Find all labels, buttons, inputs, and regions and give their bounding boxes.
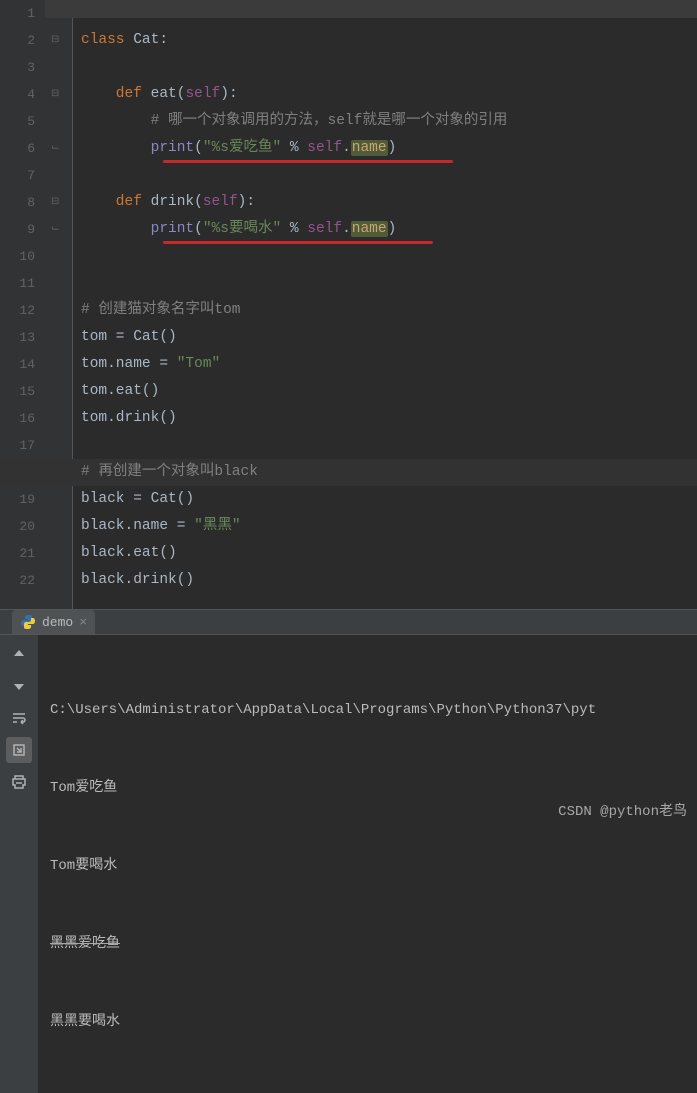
code-line	[81, 54, 697, 81]
fold-marker-icon[interactable]: ⊟	[51, 81, 59, 108]
line-number: 10	[0, 243, 35, 270]
line-number: 19	[0, 486, 35, 513]
code-line	[81, 432, 697, 459]
code-line: black.drink()	[81, 567, 697, 594]
console-line: Tom要喝水	[50, 853, 693, 879]
line-number: 17	[0, 432, 35, 459]
scroll-up-button[interactable]	[6, 641, 32, 667]
fold-marker-icon[interactable]: ⊟	[51, 189, 59, 216]
code-line	[81, 0, 697, 27]
close-icon[interactable]: ×	[79, 615, 87, 630]
line-number-gutter: 1 2 3 4 5 6 7 8 9 10 11 12 13 14 15 16 1…	[0, 0, 45, 609]
fold-end-icon[interactable]: ⌙	[51, 216, 59, 243]
console-line: 黑黑要喝水	[50, 1009, 693, 1035]
line-number: 2	[0, 27, 35, 54]
code-line: tom.eat()	[81, 378, 697, 405]
code-line: print("%s要喝水" % self.name)	[81, 216, 697, 243]
code-line: black.eat()	[81, 540, 697, 567]
code-line: black.name = "黑黑"	[81, 513, 697, 540]
console-line: Tom爱吃鱼	[50, 775, 693, 801]
line-number: 4	[0, 81, 35, 108]
code-area[interactable]: class Cat: def eat(self): # 哪一个对象调用的方法，s…	[73, 0, 697, 609]
line-number: 7	[0, 162, 35, 189]
code-line: # 创建猫对象名字叫tom	[81, 297, 697, 324]
code-line: class Cat:	[81, 27, 697, 54]
line-number: 5	[0, 108, 35, 135]
line-number: 6	[0, 135, 35, 162]
code-line	[81, 243, 697, 270]
code-line	[81, 270, 697, 297]
scroll-to-end-button[interactable]	[6, 737, 32, 763]
annotation-underline	[163, 241, 433, 244]
code-line: def drink(self):	[81, 189, 697, 216]
scroll-down-button[interactable]	[6, 673, 32, 699]
code-line: tom.name = "Tom"	[81, 351, 697, 378]
line-number: 12	[0, 297, 35, 324]
fold-end-icon[interactable]: ⌙	[51, 135, 59, 162]
attr-highlight: name	[351, 221, 388, 237]
fold-marker-icon[interactable]: ⊟	[51, 27, 59, 54]
code-line	[81, 162, 697, 189]
line-number: 9	[0, 216, 35, 243]
line-number: 21	[0, 540, 35, 567]
code-line: # 再创建一个对象叫black	[0, 459, 697, 486]
line-number: 14	[0, 351, 35, 378]
run-tab-label: demo	[42, 615, 73, 630]
line-number: 13	[0, 324, 35, 351]
print-button[interactable]	[6, 769, 32, 795]
code-line: tom.drink()	[81, 405, 697, 432]
line-number: 16	[0, 405, 35, 432]
toolbar	[0, 635, 38, 1093]
line-number: 22	[0, 567, 35, 594]
line-number: 15	[0, 378, 35, 405]
code-line: # 哪一个对象调用的方法，self就是哪一个对象的引用	[81, 108, 697, 135]
code-line: def eat(self):	[81, 81, 697, 108]
code-editor[interactable]: 1 2 3 4 5 6 7 8 9 10 11 12 13 14 15 16 1…	[0, 0, 697, 609]
console-line: C:\Users\Administrator\AppData\Local\Pro…	[50, 697, 693, 723]
watermark: CSDN @python老鸟	[558, 800, 687, 820]
python-file-icon	[20, 614, 36, 630]
fold-column[interactable]: ⊟ ⊟ ⌙ ⊟ ⌙	[45, 0, 73, 609]
run-tool-window: demo × C:\Users\Administrator\AppData\Lo…	[0, 609, 697, 828]
attr-highlight: name	[351, 140, 388, 156]
code-line: print("%s爱吃鱼" % self.name)	[81, 135, 697, 162]
run-tab-bar: demo ×	[0, 610, 697, 635]
code-line: tom = Cat()	[81, 324, 697, 351]
code-line: black = Cat()	[81, 486, 697, 513]
console-line: 黑黑爱吃鱼	[50, 931, 693, 957]
soft-wrap-button[interactable]	[6, 705, 32, 731]
line-number: 3	[0, 54, 35, 81]
line-number: 11	[0, 270, 35, 297]
line-number: 1	[0, 0, 35, 27]
annotation-underline	[163, 160, 453, 163]
console-output[interactable]: C:\Users\Administrator\AppData\Local\Pro…	[38, 635, 697, 1093]
run-tab[interactable]: demo ×	[12, 610, 95, 634]
line-number: 8	[0, 189, 35, 216]
line-number: 20	[0, 513, 35, 540]
